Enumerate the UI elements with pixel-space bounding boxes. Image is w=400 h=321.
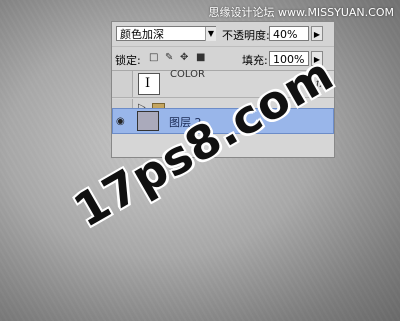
layer-thumbnail: I bbox=[138, 73, 160, 95]
chevron-down-icon[interactable]: ▼ bbox=[205, 27, 216, 41]
lock-all-icon[interactable]: ■ bbox=[196, 53, 206, 63]
lock-brush-icon[interactable]: ✎ bbox=[165, 53, 175, 63]
opacity-input[interactable]: 40% bbox=[269, 26, 309, 41]
lock-label: 锁定: bbox=[115, 54, 141, 67]
panel-options-row: 颜色加深 ▼ 不透明度: 40% ▶ bbox=[112, 22, 334, 47]
site-watermark: 思缘设计论坛 www.MISSYUAN.COM bbox=[208, 6, 394, 19]
fill-label: 填充: bbox=[242, 54, 268, 67]
blend-mode-select[interactable]: 颜色加深 bbox=[116, 26, 216, 41]
layer-name: COLOR bbox=[170, 69, 205, 80]
opacity-slider-button[interactable]: ▶ bbox=[311, 26, 323, 41]
lock-move-icon[interactable]: ✥ bbox=[180, 53, 190, 63]
lock-transparency-icon[interactable]: □ bbox=[149, 53, 159, 63]
opacity-label: 不透明度: bbox=[222, 29, 270, 42]
layer-thumbnail bbox=[137, 111, 159, 131]
text-layer-icon: I bbox=[145, 76, 151, 91]
eye-icon[interactable]: ◉ bbox=[116, 116, 125, 127]
visibility-toggle[interactable] bbox=[112, 71, 133, 97]
